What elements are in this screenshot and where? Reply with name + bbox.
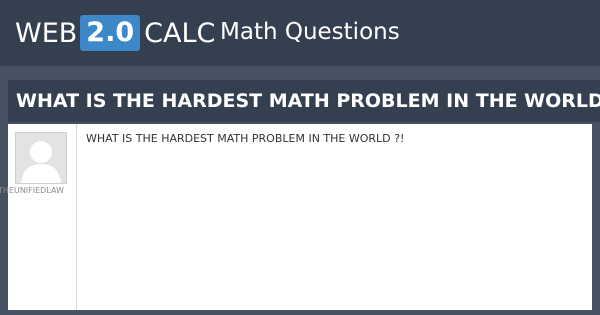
question-title: WHAT IS THE HARDEST MATH PROBLEM IN THE … (16, 90, 600, 112)
logo-badge: 2.0 (80, 15, 141, 51)
avatar-silhouette-icon (16, 133, 66, 183)
logo-prefix: WEB (15, 17, 78, 49)
site-header: WEB 2.0 CALC Math Questions (0, 0, 600, 66)
user-avatar-icon[interactable] (15, 132, 67, 184)
author-username[interactable]: THEUNIFIEDLAW (0, 186, 64, 195)
question-body: WHAT IS THE HARDEST MATH PROBLEM IN THE … (86, 132, 405, 145)
question-card: THEUNIFIEDLAW WHAT IS THE HARDEST MATH P… (0, 124, 592, 310)
question-title-banner: WHAT IS THE HARDEST MATH PROBLEM IN THE … (8, 80, 600, 122)
site-logo[interactable]: WEB 2.0 CALC (15, 13, 215, 53)
section-title[interactable]: Math Questions (220, 16, 400, 48)
author-sidebar: THEUNIFIEDLAW (0, 124, 77, 310)
logo-suffix: CALC (144, 17, 216, 49)
